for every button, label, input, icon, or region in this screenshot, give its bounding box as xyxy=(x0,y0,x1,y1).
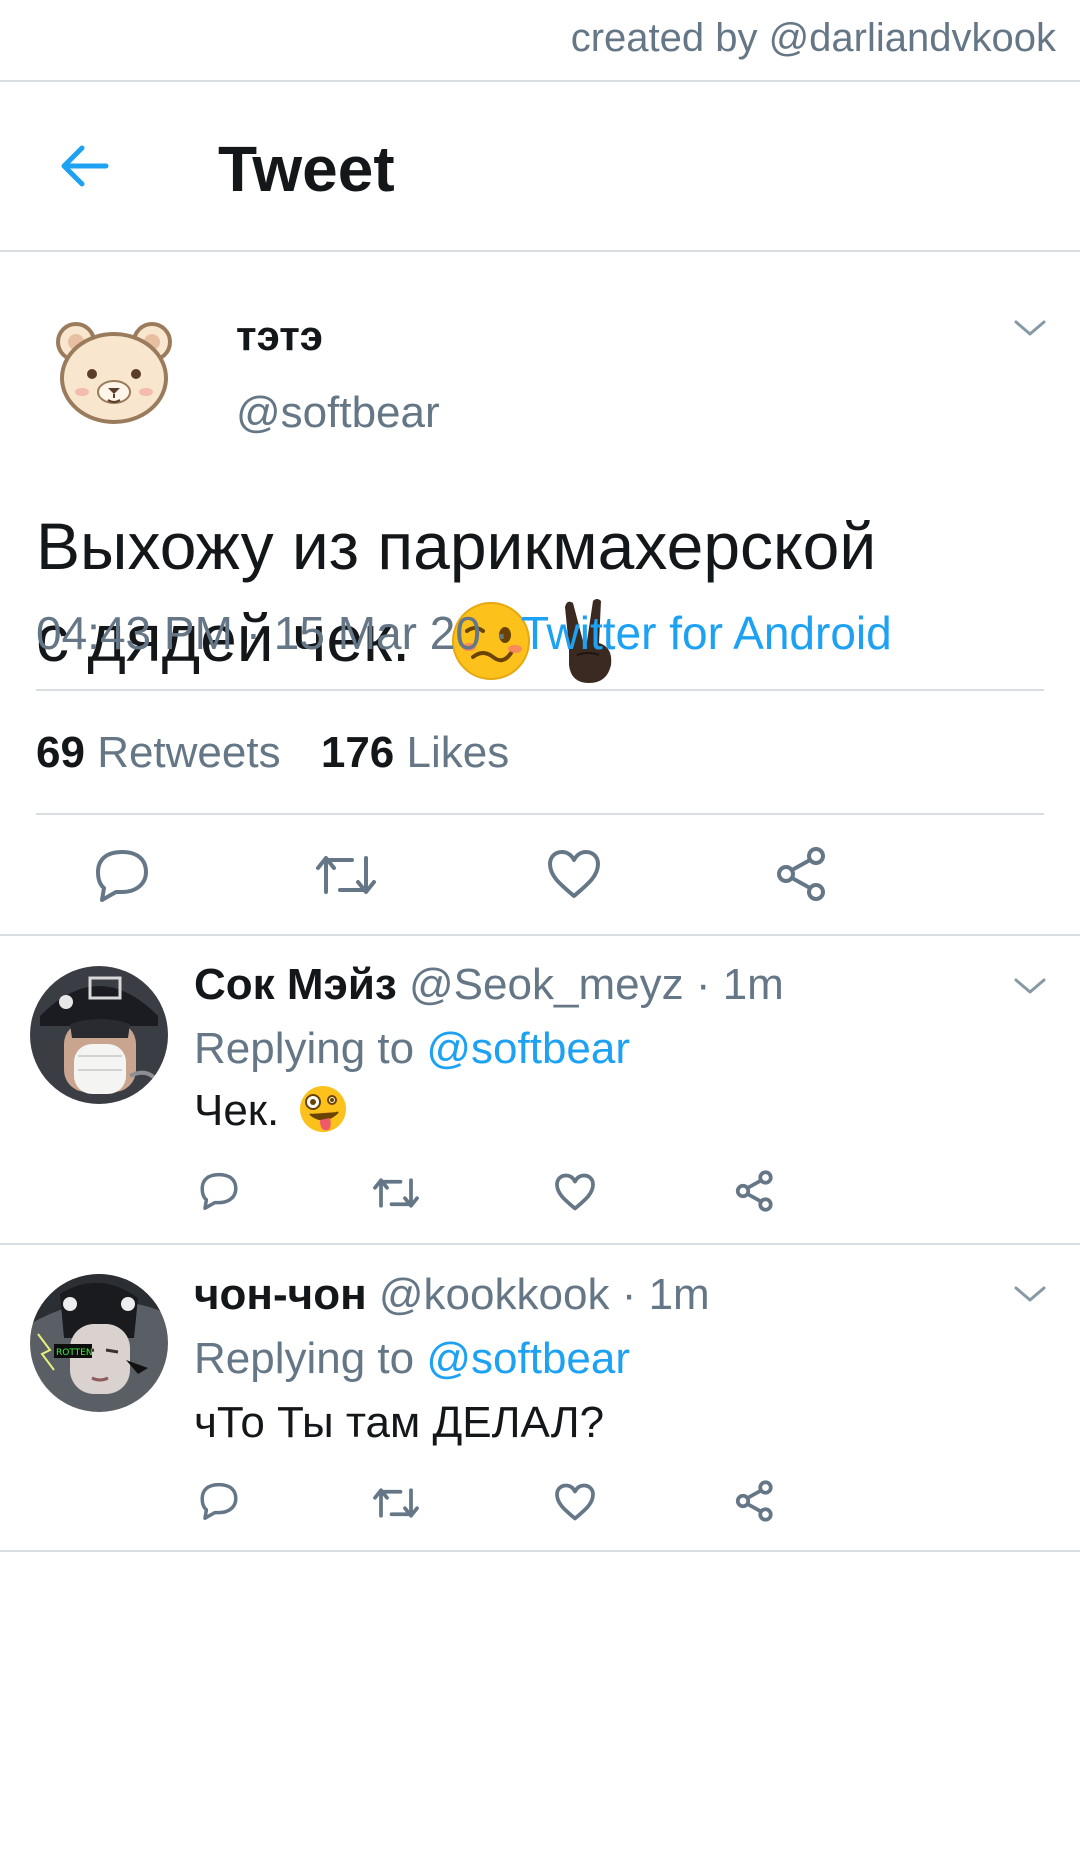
author-handle[interactable]: @softbear xyxy=(236,388,440,438)
tweet-date: 15 Mar 20 xyxy=(273,607,481,659)
heart-icon[interactable] xyxy=(554,1482,596,1522)
replying-to: Replying to @softbear xyxy=(194,1334,630,1384)
page-title: Tweet xyxy=(218,133,395,205)
retweets-count: 69 xyxy=(36,728,85,777)
back-arrow-icon[interactable] xyxy=(56,136,116,196)
replying-to-label: Replying to xyxy=(194,1024,415,1073)
likes-label: Likes xyxy=(406,728,510,777)
share-icon[interactable] xyxy=(734,1170,776,1212)
reply-icon[interactable] xyxy=(92,846,152,902)
avatar-sticker-text: ROTTEN xyxy=(56,1348,93,1358)
user-avatar[interactable] xyxy=(30,966,168,1104)
meta-separator: · xyxy=(245,607,262,659)
reply-time: 1m xyxy=(648,1270,710,1319)
divider xyxy=(0,1243,1080,1245)
reply-author-name[interactable]: чон-чон xyxy=(194,1270,367,1319)
reply-author-handle[interactable]: @Seok_meyz xyxy=(409,960,684,1009)
heart-icon[interactable] xyxy=(546,848,602,900)
reply-time: 1m xyxy=(722,960,784,1009)
tweet-source-link[interactable]: Twitter for Android xyxy=(521,607,892,659)
divider xyxy=(36,689,1044,691)
divider xyxy=(36,813,1044,815)
top-bar: Tweet xyxy=(0,82,1080,250)
tweet-text-line: Выхожу из парикмахерской xyxy=(36,509,877,583)
share-icon[interactable] xyxy=(734,1480,776,1522)
divider xyxy=(0,250,1080,252)
chevron-down-icon[interactable] xyxy=(1012,974,1048,998)
watermark-credit: created by @darliandvkook xyxy=(570,16,1056,60)
likes-stat[interactable]: 176 Likes xyxy=(321,728,509,777)
divider xyxy=(0,934,1080,936)
tweet-stats: 69 Retweets 176 Likes xyxy=(36,728,509,778)
meta-separator: · xyxy=(695,960,711,1009)
user-avatar[interactable]: ROTTEN xyxy=(30,1274,168,1412)
reply-author-handle[interactable]: @kookkook xyxy=(379,1270,610,1319)
reply-text: Чек. xyxy=(194,1086,280,1135)
heart-icon[interactable] xyxy=(554,1172,596,1212)
tweet-time: 04:43 PM xyxy=(36,607,233,659)
share-icon[interactable] xyxy=(774,846,830,902)
divider xyxy=(0,1550,1080,1552)
reply-icon[interactable] xyxy=(198,1480,240,1520)
reply-header: Сок Мэйз @Seok_meyz · 1m xyxy=(194,960,784,1010)
likes-count: 176 xyxy=(320,728,395,777)
retweet-icon[interactable] xyxy=(372,1484,420,1522)
replying-to-label: Replying to xyxy=(194,1334,415,1383)
replying-to-handle[interactable]: @softbear xyxy=(426,1024,630,1073)
tweet-meta: 04:43 PM · 15 Mar 20 · Twitter for Andro… xyxy=(36,606,892,660)
retweet-icon[interactable] xyxy=(372,1174,420,1212)
chevron-down-icon[interactable] xyxy=(1012,316,1048,340)
reply-icon[interactable] xyxy=(198,1170,240,1210)
retweet-icon[interactable] xyxy=(314,850,378,900)
chevron-down-icon[interactable] xyxy=(1012,1282,1048,1306)
reply-header: чон-чон @kookkook · 1m xyxy=(194,1270,710,1320)
replying-to: Replying to @softbear xyxy=(194,1024,630,1074)
meta-separator: · xyxy=(493,607,510,659)
meta-separator: · xyxy=(621,1270,637,1319)
author-name[interactable]: тэтэ xyxy=(236,312,323,360)
retweets-label: Retweets xyxy=(97,728,281,777)
replying-to-handle[interactable]: @softbear xyxy=(426,1334,630,1383)
zany-face-emoji-icon xyxy=(299,1086,346,1133)
bear-avatar[interactable] xyxy=(52,308,176,432)
reply-text: чТо Ты там ДЕЛАЛ? xyxy=(194,1398,605,1447)
reply-text-row: Чек. xyxy=(194,1086,348,1136)
retweets-stat[interactable]: 69 Retweets xyxy=(36,728,281,777)
reply-author-name[interactable]: Сок Мэйз xyxy=(194,960,397,1009)
